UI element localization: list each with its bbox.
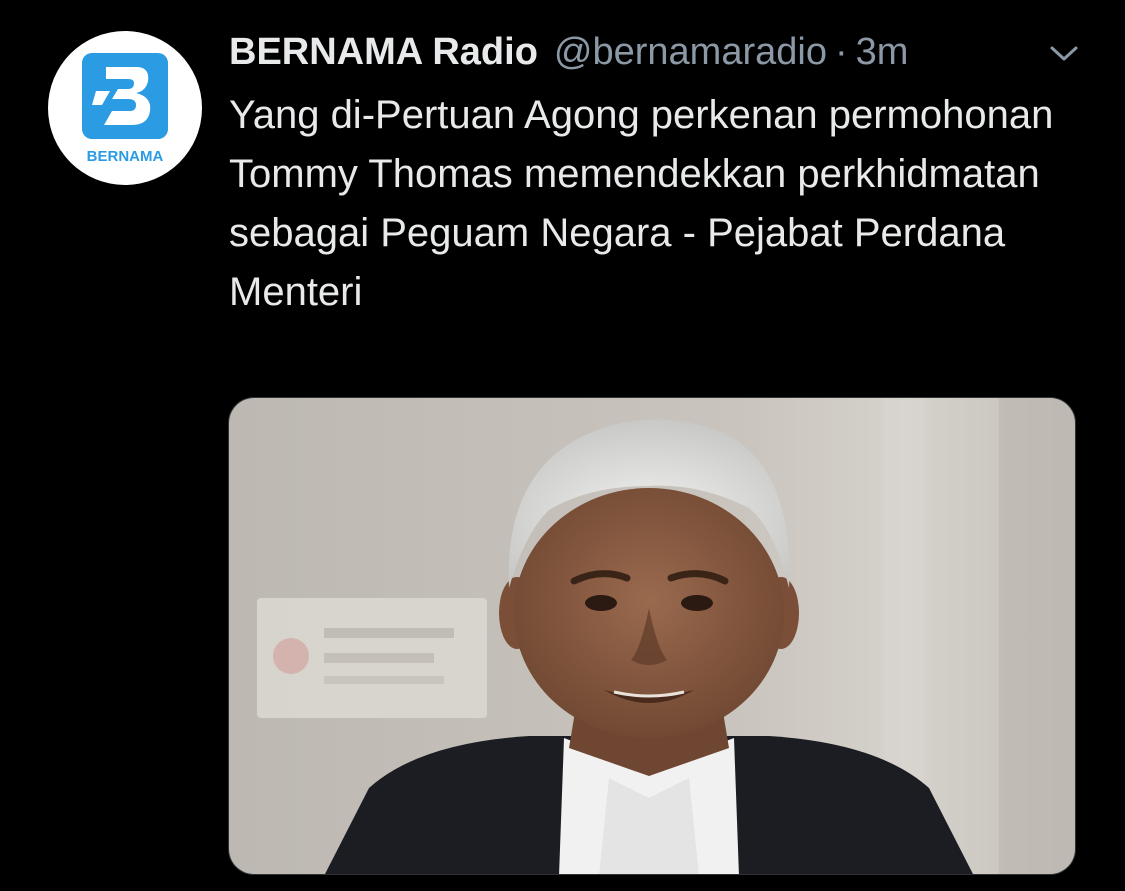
author-handle[interactable]: @bernamaradio — [554, 28, 827, 76]
author-avatar[interactable]: BERNAMA — [48, 31, 202, 185]
bernama-logo-icon: BERNAMA — [82, 53, 168, 165]
header-separator: · — [834, 31, 848, 73]
tweet-card[interactable]: BERNAMA BERNAMA Radio @bernamaradio · 3m… — [0, 0, 1125, 891]
tweet-header: BERNAMA Radio @bernamaradio · 3m — [229, 28, 1089, 76]
tweet-media-photo[interactable] — [228, 397, 1076, 875]
author-display-name[interactable]: BERNAMA Radio — [229, 28, 538, 76]
chevron-down-icon — [1050, 46, 1078, 61]
tweet-text: Yang di-Pertuan Agong perkenan permohona… — [229, 93, 1054, 314]
tweet-timestamp[interactable]: 3m — [856, 28, 909, 76]
tweet-menu-button[interactable] — [1042, 36, 1086, 72]
portrait-photo — [229, 398, 1075, 874]
avatar-logo-text: BERNAMA — [87, 148, 164, 165]
